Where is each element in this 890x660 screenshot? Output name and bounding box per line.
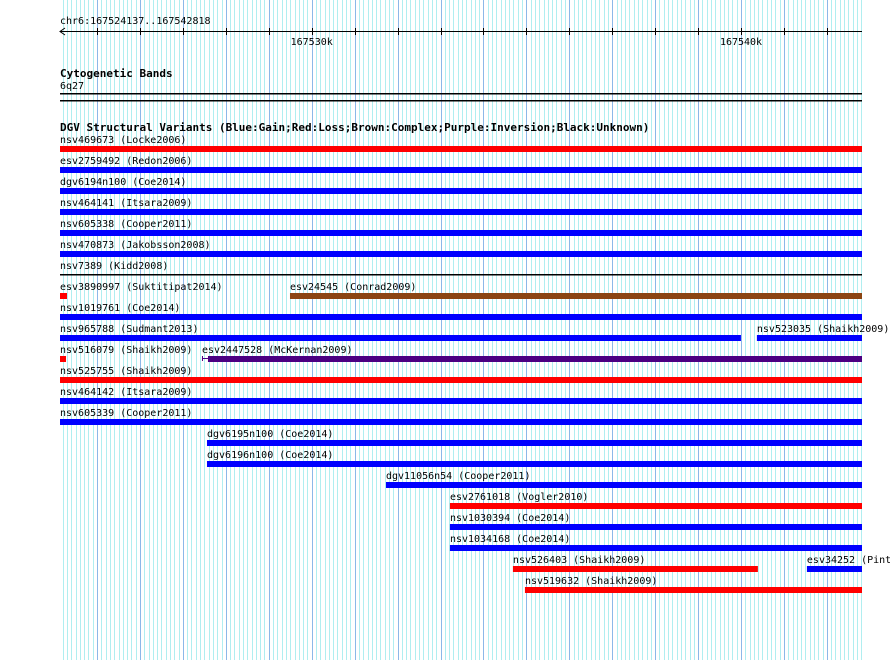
sv-feature-bar[interactable] [60,251,862,257]
sv-feature[interactable]: esv34252 (Pint [806,555,890,572]
sv-feature-bar[interactable] [207,356,862,362]
track-canvas: chr6:167524137..167542818 167530k 167540k… [59,0,890,660]
sv-feature-bar[interactable] [60,398,862,404]
sv-feature-bar[interactable] [60,230,862,236]
sv-feature-label: nsv965788 (Sudmant2013) [60,324,198,335]
sv-feature[interactable]: dgv11056n54 (Cooper2011) [385,471,862,488]
sv-feature-label: esv34252 (Pint [807,555,890,566]
ruler: 167530k 167540k [59,27,862,48]
sv-feature-label: nsv519632 (Shaikh2009) [525,576,657,587]
sv-feature-bar[interactable] [385,482,862,488]
sv-feature-label: nsv1034168 (Coe2014) [450,534,570,545]
sv-feature-label: nsv516079 (Shaikh2009) [60,345,192,356]
sv-feature-bar[interactable] [512,566,758,572]
sv-feature[interactable]: dgv6195n100 (Coe2014) [206,429,863,446]
sv-feature-label: nsv526403 (Shaikh2009) [513,555,645,566]
sv-feature-label: dgv6195n100 (Coe2014) [207,429,333,440]
cytoband-label: 6q27 [60,81,84,92]
sv-feature-label: dgv6196n100 (Coe2014) [207,450,333,461]
sv-feature-label: esv2447528 (McKernan2009) [202,345,353,356]
sv-feature-bar[interactable] [449,524,862,530]
sv-feature-bar[interactable] [60,209,862,215]
sv-feature-bar[interactable] [60,146,862,152]
sv-feature-bar[interactable] [524,587,862,593]
sv-feature-label: nsv1030394 (Coe2014) [450,513,570,524]
sv-feature-label: nsv469673 (Locke2006) [60,135,186,146]
sv-feature-bar[interactable] [60,419,862,425]
sv-feature-bar[interactable] [449,503,862,509]
sv-feature-bar[interactable] [449,545,862,551]
sv-feature[interactable]: nsv523035 (Shaikh2009) [756,324,889,341]
cytoband-line [60,93,862,95]
sv-feature-label: nsv523035 (Shaikh2009) [757,324,889,335]
ruler-label: chr6:167524137..167542818 [60,16,211,27]
sv-feature-bar[interactable] [60,335,741,341]
sv-feature-label: nsv470873 (Jakobsson2008) [60,240,211,251]
sv-feature-label: esv2761018 (Vogler2010) [450,492,588,503]
sv-feature-bar[interactable] [60,314,862,320]
sv-feature[interactable]: nsv526403 (Shaikh2009) [512,555,758,572]
sv-feature-label: nsv1019761 (Coe2014) [60,303,180,314]
sv-feature-bar[interactable] [806,566,862,572]
sv-feature-bar[interactable] [60,274,862,276]
sv-feature-bar[interactable] [206,440,863,446]
sv-feature-label: dgv6194n100 (Coe2014) [60,177,186,188]
ruler-tick-label: 167530k [291,37,333,48]
sv-feature[interactable]: nsv519632 (Shaikh2009) [524,576,862,593]
sv-feature[interactable]: dgv6196n100 (Coe2014) [206,450,863,467]
sv-feature-bar[interactable] [60,188,862,194]
sv-feature-label: nsv605339 (Cooper2011) [60,408,192,419]
track-divider [60,100,862,102]
sv-feature-label: esv24545 (Conrad2009) [290,282,416,293]
sv-feature-label: nsv7389 (Kidd2008) [60,261,168,272]
sv-feature-label: nsv464141 (Itsara2009) [60,198,192,209]
sv-feature-bar[interactable] [60,293,67,299]
sv-feature-label: nsv605338 (Cooper2011) [60,219,192,230]
genome-browser-panel: chr6:167524137..167542818 167530k 167540k… [0,0,890,660]
sv-feature[interactable]: esv24545 (Conrad2009) [289,282,862,299]
sv-feature-bar[interactable] [60,167,862,173]
sv-feature-bar[interactable] [60,377,862,383]
sv-feature-bar[interactable] [206,461,863,467]
sv-feature-bar[interactable] [60,356,67,362]
cytoband-track-title[interactable]: Cytogenetic Bands [60,67,173,80]
sv-feature[interactable]: nsv516079 (Shaikh2009) [60,345,192,362]
sv-feature-bar[interactable] [289,293,862,299]
sv-feature-label: esv2759492 (Redon2006) [60,156,192,167]
sv-feature-bar[interactable] [756,335,862,341]
sv-feature-label: dgv11056n54 (Cooper2011) [386,471,531,482]
dgv-track-title[interactable]: DGV Structural Variants (Blue:Gain;Red:L… [60,121,649,134]
sv-feature-bar-start[interactable] [201,356,203,361]
sv-feature-label: nsv464142 (Itsara2009) [60,387,192,398]
ruler-tick-label: 167540k [720,37,762,48]
sv-feature-label: nsv525755 (Shaikh2009) [60,366,192,377]
sv-feature-label: esv3890997 (Suktitipat2014) [60,282,223,293]
